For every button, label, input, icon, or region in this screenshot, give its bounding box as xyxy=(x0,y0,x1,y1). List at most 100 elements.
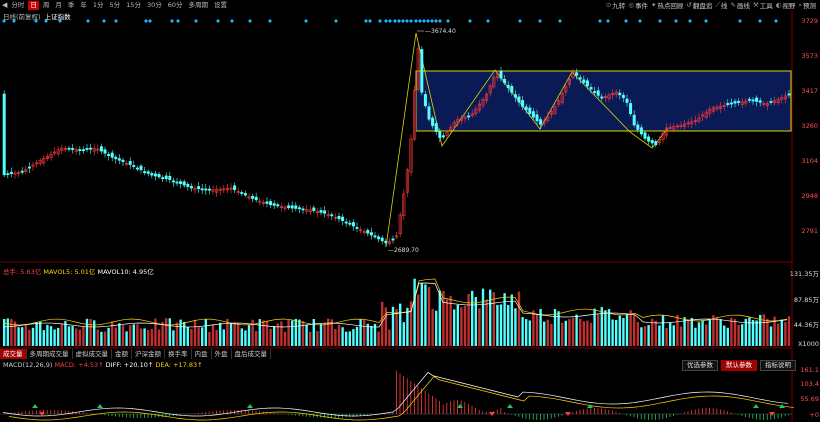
indicator-tab[interactable]: 沪深金额 xyxy=(132,349,165,359)
volume-bar xyxy=(471,290,474,346)
volume-bar xyxy=(708,319,711,346)
volume-bar xyxy=(323,323,326,346)
candle-body xyxy=(114,156,118,160)
candle-body xyxy=(207,188,211,191)
volume-bar xyxy=(6,318,9,346)
signal-diamond xyxy=(558,19,562,23)
volume-bar xyxy=(165,318,168,346)
volume-bar xyxy=(589,322,593,346)
volume-bar xyxy=(111,321,114,346)
volume-bar xyxy=(13,321,17,346)
volume-bar xyxy=(755,320,758,346)
volume-bar xyxy=(355,326,359,346)
indicator-tab[interactable]: 成交量 xyxy=(0,349,27,359)
indicator-tab[interactable]: 换手率 xyxy=(165,349,192,359)
volume-bar xyxy=(669,322,672,346)
volume-bar xyxy=(139,328,143,346)
volume-bar xyxy=(85,318,89,346)
candle-body xyxy=(78,149,82,151)
candle-body xyxy=(524,106,528,111)
indicator-tab[interactable]: 金额 xyxy=(112,349,132,359)
volume-bar xyxy=(769,326,773,346)
volume-bar xyxy=(377,331,380,346)
volume-bar xyxy=(269,328,272,346)
volume-bar xyxy=(359,319,362,346)
candle-body xyxy=(204,188,208,191)
volume-bar xyxy=(57,327,60,346)
volume-bar xyxy=(582,321,585,346)
candle-body xyxy=(121,159,125,163)
volume-bar xyxy=(215,329,218,346)
candle-body xyxy=(737,101,741,103)
volume-tick: 44.36万 xyxy=(793,321,819,329)
volume-bar xyxy=(503,293,506,346)
volume-legend: 总手: 5.63亿 MAVOL5: 5.01亿 MAVOL10: 4.95亿 xyxy=(3,266,154,276)
volume-bar xyxy=(622,318,625,346)
candle-body xyxy=(319,210,323,213)
volume-bar xyxy=(341,327,344,346)
volume-bar xyxy=(334,328,337,346)
candle-body xyxy=(344,221,348,224)
signal-diamond xyxy=(422,19,426,23)
macd-param-button[interactable]: 指标说明 xyxy=(760,360,796,371)
signal-diamond xyxy=(86,19,90,23)
volume-bar xyxy=(305,324,308,346)
signal-diamond xyxy=(538,19,542,23)
indicator-tab[interactable]: 盘后成交量 xyxy=(232,349,271,359)
volume-bar xyxy=(643,326,647,346)
volume-bar xyxy=(229,323,233,346)
signal-diamond xyxy=(658,19,662,23)
volume-bar xyxy=(611,319,614,346)
volume-bar xyxy=(204,319,207,346)
macd-param-button[interactable]: 默认参数 xyxy=(721,360,757,371)
volume-bar xyxy=(654,320,657,346)
volume-bar xyxy=(298,319,301,346)
indicator-tab[interactable]: 虚拟成交量 xyxy=(73,349,112,359)
candle-body xyxy=(348,222,352,225)
signal-diamond xyxy=(368,19,372,23)
dea-line xyxy=(8,375,795,421)
candle-body xyxy=(729,102,733,105)
candle-body xyxy=(366,229,370,234)
macd-param-button[interactable]: 优选参数 xyxy=(682,360,718,371)
volume-bar xyxy=(211,324,215,346)
indicator-tab[interactable]: 外盘 xyxy=(212,349,232,359)
candle-body xyxy=(513,94,517,98)
volume-bar xyxy=(532,310,535,346)
signal-diamond xyxy=(334,19,338,23)
volume-bar xyxy=(604,310,607,346)
candle-body xyxy=(625,98,629,103)
volume-bar xyxy=(579,318,582,346)
signal-diamond xyxy=(401,19,405,23)
candle-body xyxy=(20,170,24,173)
volume-bar xyxy=(467,294,470,346)
volume-bar xyxy=(363,320,366,346)
volume-bar xyxy=(319,323,323,346)
indicator-tab[interactable]: 多周期成交量 xyxy=(27,349,73,359)
candle-body xyxy=(355,227,359,229)
candle-body xyxy=(600,96,604,99)
volume-bar xyxy=(679,326,683,346)
candle-body xyxy=(517,96,521,103)
volume-bar xyxy=(784,322,787,346)
volume-bar xyxy=(640,327,643,346)
volume-bar xyxy=(46,324,49,346)
volume-bar xyxy=(75,328,78,346)
volume-bar xyxy=(478,308,481,346)
volume-bar xyxy=(193,319,197,346)
volume-bar xyxy=(348,331,351,346)
volume-tick: 131.35万 xyxy=(789,270,819,278)
candle-body xyxy=(755,97,759,102)
candle-body xyxy=(531,111,535,118)
volume-bar xyxy=(309,331,312,346)
candle-body xyxy=(197,186,201,190)
volume-bar xyxy=(24,324,27,346)
volume-bar xyxy=(413,278,416,346)
macd-tick: +0 xyxy=(809,411,819,419)
candle-body xyxy=(373,235,377,238)
indicator-tab[interactable]: 内盘 xyxy=(192,349,212,359)
macd-param-buttons: 优选参数 默认参数 指标说明 xyxy=(682,360,796,371)
candle-body xyxy=(186,183,190,187)
volume-bar xyxy=(219,322,222,346)
signal-diamond xyxy=(194,19,198,23)
